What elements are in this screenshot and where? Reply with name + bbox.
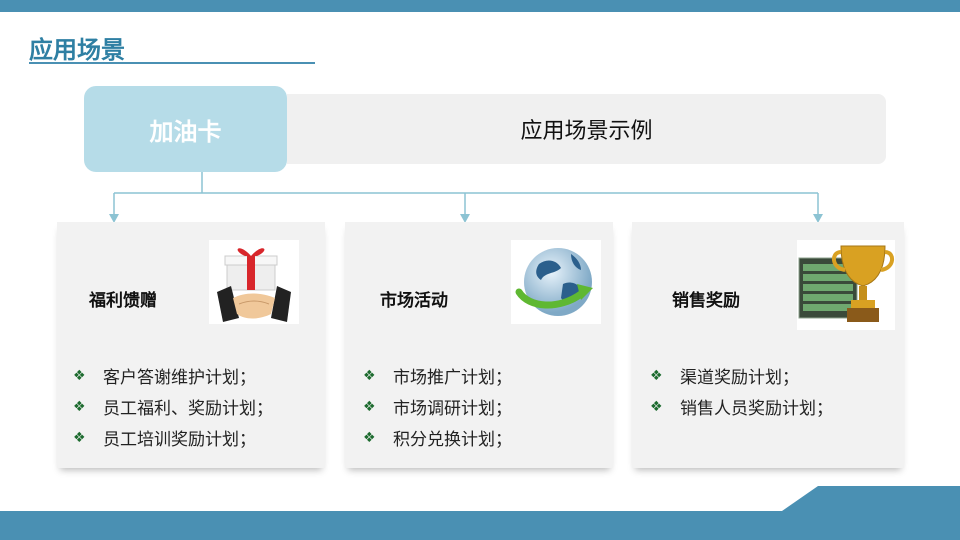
card-title: 市场活动 bbox=[380, 291, 448, 311]
list-item: ❖ 客户答谢维护计划； bbox=[73, 360, 273, 391]
list-item-text: 渠道奖励计划； bbox=[680, 368, 799, 388]
card-item-list: ❖ 市场推广计划； ❖ 市场调研计划； ❖ 积分兑换计划； bbox=[363, 360, 512, 453]
bullet-icon: ❖ bbox=[73, 398, 86, 415]
list-item-text: 市场调研计划； bbox=[393, 399, 512, 419]
bullet-icon: ❖ bbox=[363, 367, 376, 384]
card-title: 销售奖励 bbox=[672, 291, 740, 311]
bullet-icon: ❖ bbox=[650, 367, 663, 384]
list-item: ❖ 销售人员奖励计划； bbox=[650, 391, 833, 422]
card-welfare-gifts: 福利馈赠 ❖ 客户答谢维护计划； ❖ 员工福利、奖励计划； ❖ 员工培训奖励计划； bbox=[57, 222, 325, 468]
list-item-text: 积分兑换计划； bbox=[393, 430, 512, 450]
scene-example-bar: 应用场景示例 bbox=[287, 94, 886, 164]
card-title: 福利馈赠 bbox=[89, 291, 157, 311]
globe-arrow-icon bbox=[511, 240, 601, 324]
trophy-icon bbox=[797, 240, 895, 330]
main-topic-box: 加油卡 bbox=[84, 86, 287, 172]
list-item: ❖ 员工培训奖励计划； bbox=[73, 422, 273, 453]
list-item-text: 销售人员奖励计划； bbox=[680, 399, 833, 419]
scene-example-label: 应用场景示例 bbox=[520, 119, 653, 144]
card-sales-rewards: 销售奖励 ❖ 渠道奖励计划； ❖ 销售人员奖励计划； bbox=[632, 222, 904, 468]
list-item: ❖ 渠道奖励计划； bbox=[650, 360, 833, 391]
bullet-icon: ❖ bbox=[363, 429, 376, 446]
card-market-activities: 市场活动 ❖ 市场推广计划； ❖ 市场调研计划； ❖ 积分兑换计划； bbox=[345, 222, 613, 468]
bullet-icon: ❖ bbox=[363, 398, 376, 415]
bullet-icon: ❖ bbox=[73, 367, 86, 384]
list-item: ❖ 市场推广计划； bbox=[363, 360, 512, 391]
card-item-list: ❖ 客户答谢维护计划； ❖ 员工福利、奖励计划； ❖ 员工培训奖励计划； bbox=[73, 360, 273, 453]
list-item-text: 员工培训奖励计划； bbox=[103, 430, 256, 450]
list-item-text: 市场推广计划； bbox=[393, 368, 512, 388]
gift-handshake-icon bbox=[209, 240, 299, 324]
list-item: ❖ 员工福利、奖励计划； bbox=[73, 391, 273, 422]
main-topic-label: 加油卡 bbox=[149, 117, 222, 146]
card-item-list: ❖ 渠道奖励计划； ❖ 销售人员奖励计划； bbox=[650, 360, 833, 422]
bottom-accent-bar bbox=[0, 511, 960, 540]
list-item-text: 客户答谢维护计划； bbox=[103, 368, 256, 388]
list-item: ❖ 市场调研计划； bbox=[363, 391, 512, 422]
bullet-icon: ❖ bbox=[650, 398, 663, 415]
list-item-text: 员工福利、奖励计划； bbox=[103, 399, 273, 419]
list-item: ❖ 积分兑换计划； bbox=[363, 422, 512, 453]
bullet-icon: ❖ bbox=[73, 429, 86, 446]
